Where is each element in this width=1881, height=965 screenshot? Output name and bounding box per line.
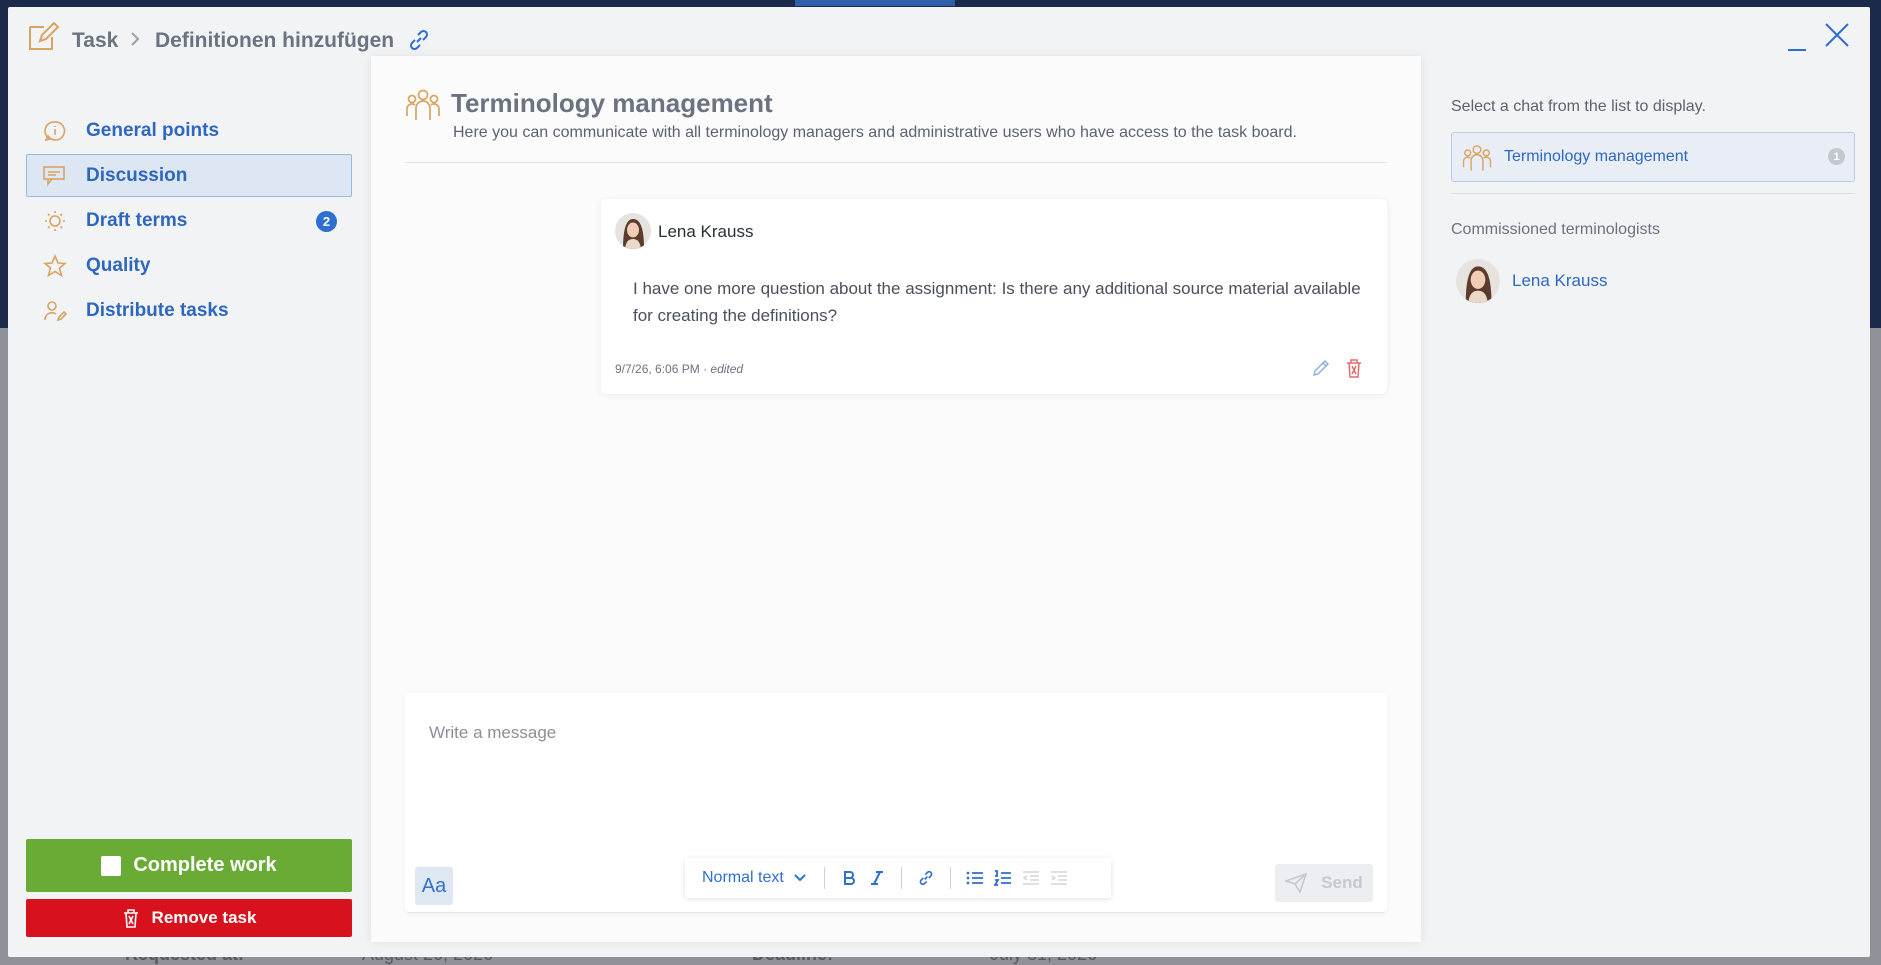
link-icon [919,870,933,886]
info-icon [42,118,68,144]
chat-title: Terminology management [451,88,773,118]
complete-work-button[interactable]: Complete work [26,839,352,892]
bulb-icon [42,208,68,234]
nav-item-distribute-tasks[interactable]: Distribute tasks [26,289,352,332]
terminologists-heading: Commissioned terminologists [1451,221,1660,238]
terminologist-item[interactable]: Lena Krauss [1456,259,1607,303]
nav-item-general-points[interactable]: General points [26,109,352,152]
nav-label: Distribute tasks [86,299,229,321]
breadcrumb-root[interactable]: Task [72,29,118,53]
message-timestamp: 9/7/26, 6:06 PM [615,362,700,376]
toolbar-separator [949,867,951,889]
indent-button[interactable] [1045,864,1073,892]
nav-label: Quality [86,254,151,276]
text-style-select[interactable]: Normal text [702,869,806,887]
numbered-list-icon [993,870,1011,886]
divider [1451,193,1855,194]
outdent-button[interactable] [1017,864,1045,892]
nav-item-quality[interactable]: Quality [26,244,352,287]
send-label: Send [1321,873,1363,892]
close-icon[interactable] [1823,21,1851,49]
edit-task-icon [29,21,60,50]
bold-icon [843,871,855,885]
avatar [615,213,651,249]
toolbar-separator [900,867,902,889]
team-icon [406,89,440,120]
nav-item-discussion[interactable]: Discussion [26,154,352,197]
chat-panel: Terminology management Here you can comm… [371,56,1421,942]
team-icon [1462,145,1492,171]
bullet-list-button[interactable] [961,864,989,892]
breadcrumb-current: Definitionen hinzufügen [155,29,395,52]
task-modal: Task Definitionen hinzufügen General poi… [8,7,1870,957]
outdent-icon [1022,871,1039,885]
modal-header: Task Definitionen hinzufügen [8,7,1870,61]
chat-list-hint: Select a chat from the list to display. [1451,98,1706,115]
text-style-value: Normal text [702,869,784,886]
user-assign-icon [42,298,68,324]
terminologist-name: Lena Krauss [1512,271,1608,290]
divider [405,162,1387,163]
edited-label: edited [710,362,744,376]
nav-label: Discussion [86,164,188,186]
link-button[interactable] [912,864,940,892]
message-author: Lena Krauss [658,222,754,241]
link-icon[interactable] [406,27,432,53]
checkbox-icon [101,855,122,876]
draft-terms-count-badge: 2 [316,211,337,232]
chevron-down-icon [794,874,806,882]
format-toggle-label: Aa [421,874,447,897]
bullet-list-icon [966,871,983,885]
message-meta: 9/7/26, 6:06 PM · edited [615,362,744,376]
format-toggle-button[interactable]: Aa [415,867,453,905]
background-tab-indicator [795,0,955,6]
indent-icon [1050,871,1067,885]
italic-button[interactable] [863,864,891,892]
numbered-list-button[interactable] [989,864,1017,892]
unread-count-badge: 1 [1828,148,1845,165]
delete-icon[interactable] [1345,358,1363,378]
send-icon [1285,873,1308,893]
minimize-button[interactable] [1786,35,1810,51]
chevron-right-icon [131,32,140,46]
task-nav: General points Discussion Draft terms 2 … [26,109,352,334]
nav-item-draft-terms[interactable]: Draft terms 2 [26,199,352,242]
chat-subtitle: Here you can communicate with all termin… [453,124,1297,141]
italic-icon [870,871,883,885]
message-composer: Aa Normal text [405,693,1387,913]
chat-list-item-label: Terminology management [1504,148,1689,165]
edit-icon[interactable] [1311,358,1331,378]
avatar [1456,259,1500,303]
chat-icon [42,163,68,189]
toolbar-separator [823,867,825,889]
bold-button[interactable] [835,864,863,892]
complete-work-label: Complete work [133,854,277,876]
star-icon [42,253,68,279]
message-input[interactable] [429,723,1329,743]
message-text: I have one more question about the assig… [633,279,1361,325]
chat-list-item[interactable]: Terminology management 1 [1451,132,1855,182]
chat-message: Lena Krauss I have one more question abo… [601,199,1387,394]
remove-task-button[interactable]: Remove task [26,899,352,937]
nav-label: Draft terms [86,209,188,231]
remove-task-label: Remove task [151,908,257,927]
nav-label: General points [86,119,220,141]
trash-icon [123,909,138,928]
format-toolbar: Normal text [685,858,1111,898]
send-button[interactable]: Send [1275,864,1373,902]
